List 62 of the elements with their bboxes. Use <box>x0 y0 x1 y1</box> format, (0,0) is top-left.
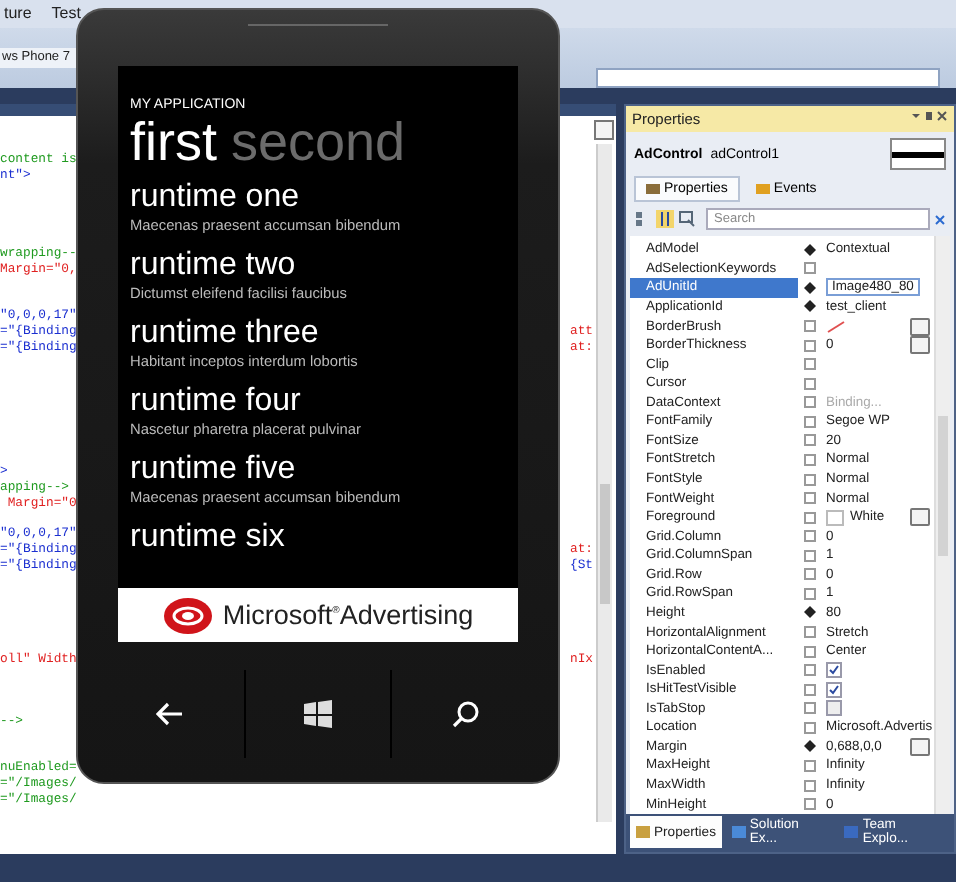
square-icon[interactable] <box>804 549 816 562</box>
square-icon[interactable] <box>804 492 816 505</box>
square-icon[interactable] <box>804 683 816 696</box>
square-icon[interactable] <box>804 530 816 543</box>
square-icon[interactable] <box>804 664 816 677</box>
sort-icon[interactable] <box>656 210 674 228</box>
diamond-icon[interactable] <box>804 300 816 313</box>
square-icon[interactable] <box>804 377 816 390</box>
square-icon[interactable] <box>804 511 816 524</box>
clear-icon[interactable] <box>934 213 946 225</box>
menu-item[interactable]: ture <box>4 0 32 28</box>
checkbox[interactable] <box>826 700 842 717</box>
scrollbar[interactable] <box>934 236 950 814</box>
dropdown-button[interactable] <box>910 737 930 756</box>
square-icon[interactable] <box>804 453 816 466</box>
square-icon[interactable] <box>804 759 816 772</box>
window-icon <box>844 826 859 838</box>
square-icon[interactable] <box>804 626 816 639</box>
pivot-header[interactable]: first <box>130 112 217 172</box>
square-icon[interactable] <box>804 568 816 581</box>
filter-icon[interactable] <box>678 210 696 228</box>
item-title[interactable]: runtime one <box>130 180 518 216</box>
square-icon[interactable] <box>804 396 816 409</box>
menu-item[interactable]: Test <box>51 0 81 28</box>
ad-banner[interactable]: Microsoft$^{®}$Advertising <box>118 588 518 642</box>
item-title[interactable]: runtime three <box>130 316 518 352</box>
item-title[interactable]: runtime six <box>130 520 518 556</box>
square-icon[interactable] <box>804 415 816 428</box>
back-icon[interactable] <box>156 702 185 726</box>
square-icon[interactable] <box>804 702 816 715</box>
square-icon[interactable] <box>804 320 816 333</box>
checkbox[interactable] <box>826 662 842 679</box>
square-icon[interactable] <box>804 779 816 792</box>
square-icon[interactable] <box>804 645 816 658</box>
diamond-icon[interactable] <box>804 281 816 294</box>
square-icon[interactable] <box>804 721 816 734</box>
square-icon[interactable] <box>804 262 816 275</box>
window-icon <box>636 826 650 838</box>
square-icon[interactable] <box>804 339 816 352</box>
square-icon[interactable] <box>804 473 816 486</box>
square-icon[interactable] <box>804 434 816 447</box>
scrollbar[interactable] <box>596 144 612 822</box>
no-brush-icon <box>826 319 846 334</box>
windows-icon[interactable] <box>302 700 334 728</box>
diamond-icon[interactable] <box>804 243 816 256</box>
square-icon[interactable] <box>804 358 816 371</box>
properties-icon <box>646 182 660 196</box>
item-title[interactable]: runtime two <box>130 248 518 284</box>
window-icon <box>731 826 746 838</box>
pivot-header[interactable]: second <box>231 112 406 172</box>
square-icon[interactable] <box>804 587 816 600</box>
diamond-icon[interactable] <box>804 606 816 619</box>
checkbox[interactable] <box>826 681 842 698</box>
split-view-icon[interactable] <box>594 120 614 140</box>
item-title[interactable]: runtime four <box>130 384 518 420</box>
control-preview <box>890 138 946 170</box>
square-icon[interactable] <box>804 798 816 811</box>
search-icon[interactable] <box>451 700 480 728</box>
item-title[interactable]: runtime five <box>130 452 518 488</box>
dropdown-button[interactable] <box>910 508 930 527</box>
diamond-icon[interactable] <box>804 740 816 753</box>
toolbar-field[interactable] <box>596 68 940 88</box>
